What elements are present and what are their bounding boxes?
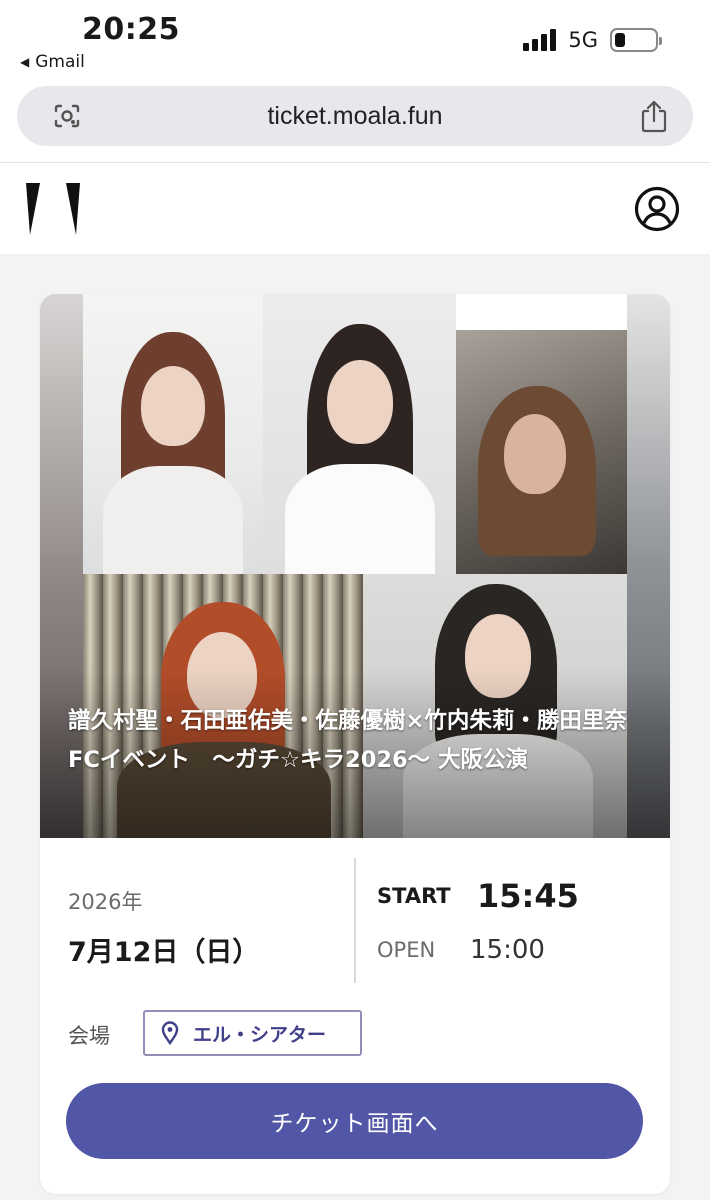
start-time: 15:45 [477, 877, 579, 915]
back-app-label: Gmail [35, 52, 85, 72]
event-hero-image: 譜久村聖・石田亜佑美・佐藤優樹×竹内朱莉・勝田里奈FCイベント ～ガチ☆キラ20… [40, 294, 670, 838]
share-icon[interactable] [639, 99, 669, 133]
site-header [0, 162, 710, 254]
open-time: 15:00 [470, 935, 545, 965]
battery-icon [610, 28, 662, 52]
browser-toolbar: ticket.moala.fun [0, 78, 710, 162]
back-triangle-icon: ◀ [20, 55, 30, 69]
location-pin-icon [161, 1021, 179, 1045]
address-bar[interactable]: ticket.moala.fun [17, 86, 693, 146]
logo[interactable] [26, 183, 80, 235]
url-text[interactable]: ticket.moala.fun [17, 86, 693, 146]
status-indicators: 5G [523, 28, 662, 52]
network-type: 5G [568, 28, 598, 52]
vertical-divider [354, 858, 356, 983]
member-photo-1 [83, 294, 263, 574]
open-label: OPEN [377, 938, 436, 962]
event-title: 譜久村聖・石田亜佑美・佐藤優樹×竹内朱莉・勝田里奈FCイベント ～ガチ☆キラ20… [68, 708, 627, 773]
account-icon[interactable] [634, 186, 680, 232]
ticket-screen-button[interactable]: チケット画面へ [66, 1083, 643, 1159]
venue-label: 会場 [68, 1024, 110, 1048]
venue-name: エル・シアター [193, 1023, 327, 1046]
event-card[interactable]: 譜久村聖・石田亜佑美・佐藤優樹×竹内朱莉・勝田里奈FCイベント ～ガチ☆キラ20… [40, 294, 670, 1194]
cellular-signal-icon [523, 29, 557, 51]
start-label: START [377, 884, 451, 908]
event-date: 7月12日（日） [68, 937, 260, 968]
back-to-app-link[interactable]: ◀ Gmail [20, 52, 85, 72]
event-year: 2026年 [68, 890, 143, 914]
status-time: 20:25 [82, 12, 180, 47]
battery-level [615, 33, 625, 47]
status-bar: 20:25 ◀ Gmail 5G [0, 0, 710, 78]
member-photo-3 [456, 294, 627, 574]
venue-chip[interactable]: エル・シアター [143, 1010, 362, 1056]
member-photo-2 [263, 294, 456, 574]
